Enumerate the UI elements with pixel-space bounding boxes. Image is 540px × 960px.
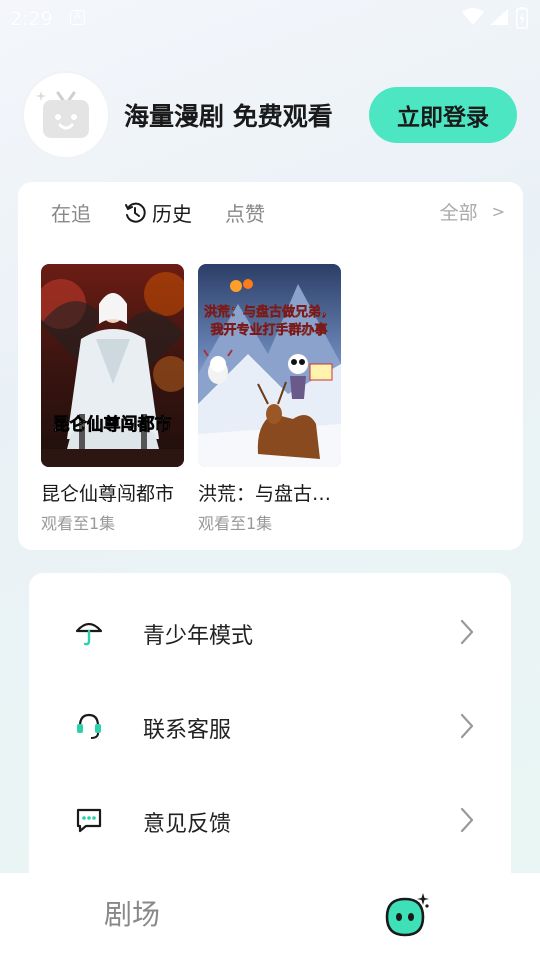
umbrella-icon bbox=[73, 616, 105, 648]
drama-item[interactable]: 洪荒：与盘古做兄弟， 我开专业打手群办事 洪荒：与盘古做兄弟，我开专业打手群办事… bbox=[198, 264, 341, 534]
tab-likes-label: 点赞 bbox=[225, 202, 265, 226]
cover-honghuang-illustration: 洪荒：与盘古做兄弟， 我开专业打手群办事 bbox=[198, 264, 341, 467]
drama-title: 洪荒：与盘古做兄弟，我开专业打手群办事 bbox=[198, 483, 341, 505]
drama-cover[interactable]: 昆仑仙尊闯都市 bbox=[41, 264, 184, 467]
nav-tab-theater[interactable]: 剧场 bbox=[104, 893, 160, 933]
headset-icon bbox=[73, 710, 105, 742]
settings-menu: 青少年模式 联系客服 意见反馈 bbox=[29, 573, 511, 893]
cover-kunlun-illustration: 昆仑仙尊闯都市 bbox=[41, 264, 184, 467]
tab-following[interactable]: 在追 bbox=[51, 198, 91, 227]
chevron-right-icon bbox=[460, 619, 474, 645]
chevron-right-icon: > bbox=[491, 202, 505, 221]
menu-item-customer-service[interactable]: 联系客服 bbox=[29, 681, 511, 775]
drama-progress: 观看至1集 bbox=[41, 514, 116, 533]
menu-label: 意见反馈 bbox=[143, 812, 232, 837]
history-tabs: 在追 历史 点赞 bbox=[51, 198, 298, 227]
wifi-icon bbox=[462, 8, 484, 25]
drama-title: 昆仑仙尊闯都市 bbox=[41, 483, 175, 505]
drama-item[interactable]: 昆仑仙尊闯都市 昆仑仙尊闯都市 观看至1集 bbox=[41, 264, 184, 534]
status-bar: 2:29 A bbox=[0, 0, 540, 36]
chevron-right-icon bbox=[460, 807, 474, 833]
message-icon bbox=[73, 804, 105, 836]
drama-progress: 观看至1集 bbox=[198, 514, 273, 533]
tab-history[interactable]: 历史 bbox=[124, 198, 192, 227]
mascot-face-icon bbox=[385, 893, 429, 937]
tab-following-label: 在追 bbox=[51, 202, 91, 226]
clock-icon bbox=[125, 202, 146, 223]
nav-tab-mine[interactable] bbox=[383, 891, 431, 939]
cover-title-line2: 我开专业打手群办事 bbox=[210, 322, 327, 338]
battery-icon bbox=[516, 7, 528, 29]
cover-title-line1: 洪荒：与盘古做兄弟， bbox=[204, 304, 334, 320]
drama-cover[interactable]: 洪荒：与盘古做兄弟， 我开专业打手群办事 bbox=[198, 264, 341, 467]
a-box-icon: A bbox=[70, 10, 85, 25]
avatar[interactable] bbox=[24, 73, 108, 157]
login-button[interactable]: 立即登录 bbox=[369, 87, 517, 143]
see-all-label: 全部 bbox=[439, 202, 478, 224]
menu-item-teen-mode[interactable]: 青少年模式 bbox=[29, 587, 511, 681]
tab-history-label: 历史 bbox=[152, 202, 192, 226]
chevron-right-icon bbox=[460, 713, 474, 739]
menu-label: 联系客服 bbox=[143, 718, 232, 743]
signal-icon bbox=[490, 9, 508, 25]
username: 海量漫剧 免费观看 bbox=[124, 102, 333, 131]
see-all-link[interactable]: 全部 > bbox=[440, 198, 505, 225]
menu-item-feedback[interactable]: 意见反馈 bbox=[29, 775, 511, 869]
tv-mascot-icon bbox=[36, 91, 89, 138]
status-time: 2:29 bbox=[10, 8, 53, 30]
tab-likes[interactable]: 点赞 bbox=[225, 198, 265, 227]
bottom-nav: 剧场 bbox=[0, 873, 540, 960]
cover-title-text: 昆仑仙尊闯都市 bbox=[53, 414, 172, 435]
menu-label: 青少年模式 bbox=[143, 624, 254, 649]
history-card: 在追 历史 点赞 全部 > 昆仑仙尊闯都市 昆仑仙尊闯都市 观看至1集 洪荒：与… bbox=[18, 182, 523, 550]
